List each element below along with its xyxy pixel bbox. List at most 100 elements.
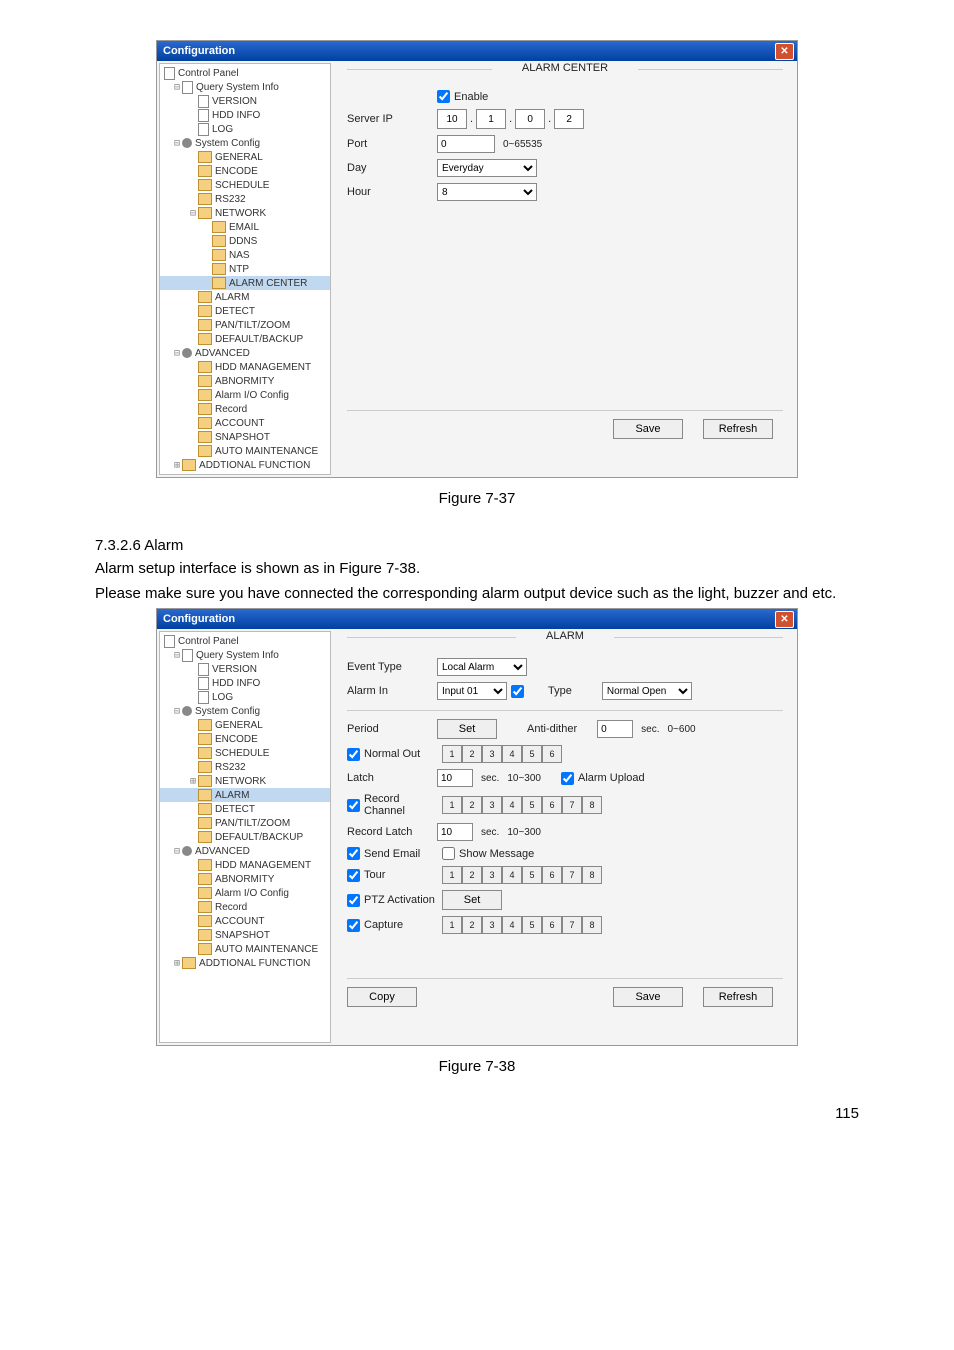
hour-select[interactable]: 8 — [437, 183, 537, 201]
tree-item[interactable]: AUTO MAINTENANCE — [160, 444, 330, 458]
tree-root[interactable]: Control Panel — [160, 634, 330, 648]
channel-button[interactable]: 4 — [502, 745, 522, 763]
ptzactivation-checkbox[interactable] — [347, 894, 360, 907]
tree-item[interactable]: DEFAULT/BACKUP — [160, 332, 330, 346]
tree-item[interactable]: DEFAULT/BACKUP — [160, 830, 330, 844]
tree-item-selected[interactable]: ALARM CENTER — [160, 276, 330, 290]
tree-item[interactable]: PAN/TILT/ZOOM — [160, 816, 330, 830]
ip-octet[interactable] — [476, 109, 506, 129]
channel-button[interactable]: 1 — [442, 866, 462, 884]
channel-button[interactable]: 3 — [482, 796, 502, 814]
antidither-input[interactable] — [597, 720, 633, 738]
tree-item[interactable]: SCHEDULE — [160, 746, 330, 760]
tree-item[interactable]: ENCODE — [160, 164, 330, 178]
tree-item[interactable]: HDD INFO — [160, 108, 330, 122]
channel-button[interactable]: 1 — [442, 916, 462, 934]
channel-button[interactable]: 3 — [482, 916, 502, 934]
channel-button[interactable]: 1 — [442, 796, 462, 814]
type-select[interactable]: Normal Open — [602, 682, 692, 700]
tree-item[interactable]: DDNS — [160, 234, 330, 248]
tree-item[interactable]: NTP — [160, 262, 330, 276]
tree-item[interactable]: EMAIL — [160, 220, 330, 234]
save-button[interactable]: Save — [613, 419, 683, 439]
eventtype-select[interactable]: Local Alarm — [437, 658, 527, 676]
tree-item[interactable]: RS232 — [160, 760, 330, 774]
channel-button[interactable]: 2 — [462, 866, 482, 884]
tree-item[interactable]: ⊟System Config — [160, 136, 330, 150]
tree-item[interactable]: SCHEDULE — [160, 178, 330, 192]
tree-item[interactable]: GENERAL — [160, 718, 330, 732]
channel-button[interactable]: 5 — [522, 796, 542, 814]
channel-button[interactable]: 3 — [482, 866, 502, 884]
channel-button[interactable]: 4 — [502, 866, 522, 884]
tree-item[interactable]: ENCODE — [160, 732, 330, 746]
refresh-button[interactable]: Refresh — [703, 419, 773, 439]
channel-button[interactable]: 7 — [562, 866, 582, 884]
channel-button[interactable]: 2 — [462, 745, 482, 763]
day-select[interactable]: Everyday — [437, 159, 537, 177]
ip-octet[interactable] — [515, 109, 545, 129]
tree-item[interactable]: DETECT — [160, 802, 330, 816]
tree-item[interactable]: SNAPSHOT — [160, 928, 330, 942]
tree-item[interactable]: ACCOUNT — [160, 416, 330, 430]
tree-item[interactable]: VERSION — [160, 662, 330, 676]
enable-checkbox[interactable] — [437, 90, 450, 103]
tree-item[interactable]: HDD MANAGEMENT — [160, 858, 330, 872]
channel-button[interactable]: 6 — [542, 796, 562, 814]
tree-item[interactable]: HDD MANAGEMENT — [160, 360, 330, 374]
tree-item[interactable]: ⊟ADVANCED — [160, 346, 330, 360]
channel-button[interactable]: 6 — [542, 916, 562, 934]
tree-item[interactable]: ⊟NETWORK — [160, 206, 330, 220]
channel-button[interactable]: 6 — [542, 866, 562, 884]
refresh-button[interactable]: Refresh — [703, 987, 773, 1007]
channel-button[interactable]: 8 — [582, 796, 602, 814]
showmessage-checkbox[interactable] — [442, 847, 455, 860]
alarmin-enable-checkbox[interactable] — [511, 685, 524, 698]
tree-item[interactable]: LOG — [160, 122, 330, 136]
tree-item[interactable]: HDD INFO — [160, 676, 330, 690]
channel-button[interactable]: 7 — [562, 916, 582, 934]
channel-button[interactable]: 4 — [502, 796, 522, 814]
tour-checkbox[interactable] — [347, 869, 360, 882]
channel-button[interactable]: 1 — [442, 745, 462, 763]
tree-pane[interactable]: Control Panel ⊟Query System Info VERSION… — [159, 631, 331, 1043]
capture-channels[interactable]: 1 2 3 4 5 6 7 8 — [442, 916, 602, 934]
tree-pane[interactable]: Control Panel ⊟Query System Info VERSION… — [159, 63, 331, 475]
tree-item[interactable]: SNAPSHOT — [160, 430, 330, 444]
tree-item[interactable]: ABNORMITY — [160, 872, 330, 886]
tree-item[interactable]: Record — [160, 402, 330, 416]
channel-button[interactable]: 6 — [542, 745, 562, 763]
recordlatch-input[interactable] — [437, 823, 473, 841]
alarmin-select[interactable]: Input 01 — [437, 682, 507, 700]
tree-item[interactable]: ⊞NETWORK — [160, 774, 330, 788]
tree-item[interactable]: ⊟System Config — [160, 704, 330, 718]
tree-item[interactable]: DETECT — [160, 304, 330, 318]
channel-button[interactable]: 5 — [522, 866, 542, 884]
tree-item[interactable]: ⊟ADVANCED — [160, 844, 330, 858]
normalout-checkbox[interactable] — [347, 748, 360, 761]
tree-item[interactable]: Alarm I/O Config — [160, 388, 330, 402]
channel-button[interactable]: 8 — [582, 866, 602, 884]
latch-input[interactable] — [437, 769, 473, 787]
ptz-set-button[interactable]: Set — [442, 890, 502, 910]
channel-button[interactable]: 4 — [502, 916, 522, 934]
tree-item[interactable]: PAN/TILT/ZOOM — [160, 318, 330, 332]
tree-item[interactable]: AUTO MAINTENANCE — [160, 942, 330, 956]
channel-button[interactable]: 3 — [482, 745, 502, 763]
tree-item-selected[interactable]: ALARM — [160, 788, 330, 802]
normalout-channels[interactable]: 1 2 3 4 5 6 — [442, 745, 562, 763]
recordchannel-channels[interactable]: 1 2 3 4 5 6 7 8 — [442, 796, 602, 814]
port-input[interactable] — [437, 135, 495, 153]
ip-octet[interactable] — [554, 109, 584, 129]
tree-item[interactable]: ALARM — [160, 290, 330, 304]
close-icon[interactable]: ✕ — [775, 611, 794, 628]
channel-button[interactable]: 7 — [562, 796, 582, 814]
sendemail-checkbox[interactable] — [347, 847, 360, 860]
tree-item[interactable]: GENERAL — [160, 150, 330, 164]
channel-button[interactable]: 5 — [522, 745, 542, 763]
tree-item[interactable]: ⊞ADDTIONAL FUNCTION — [160, 458, 330, 472]
tree-item[interactable]: LOG — [160, 690, 330, 704]
channel-button[interactable]: 5 — [522, 916, 542, 934]
tree-item[interactable]: Record — [160, 900, 330, 914]
capture-checkbox[interactable] — [347, 919, 360, 932]
